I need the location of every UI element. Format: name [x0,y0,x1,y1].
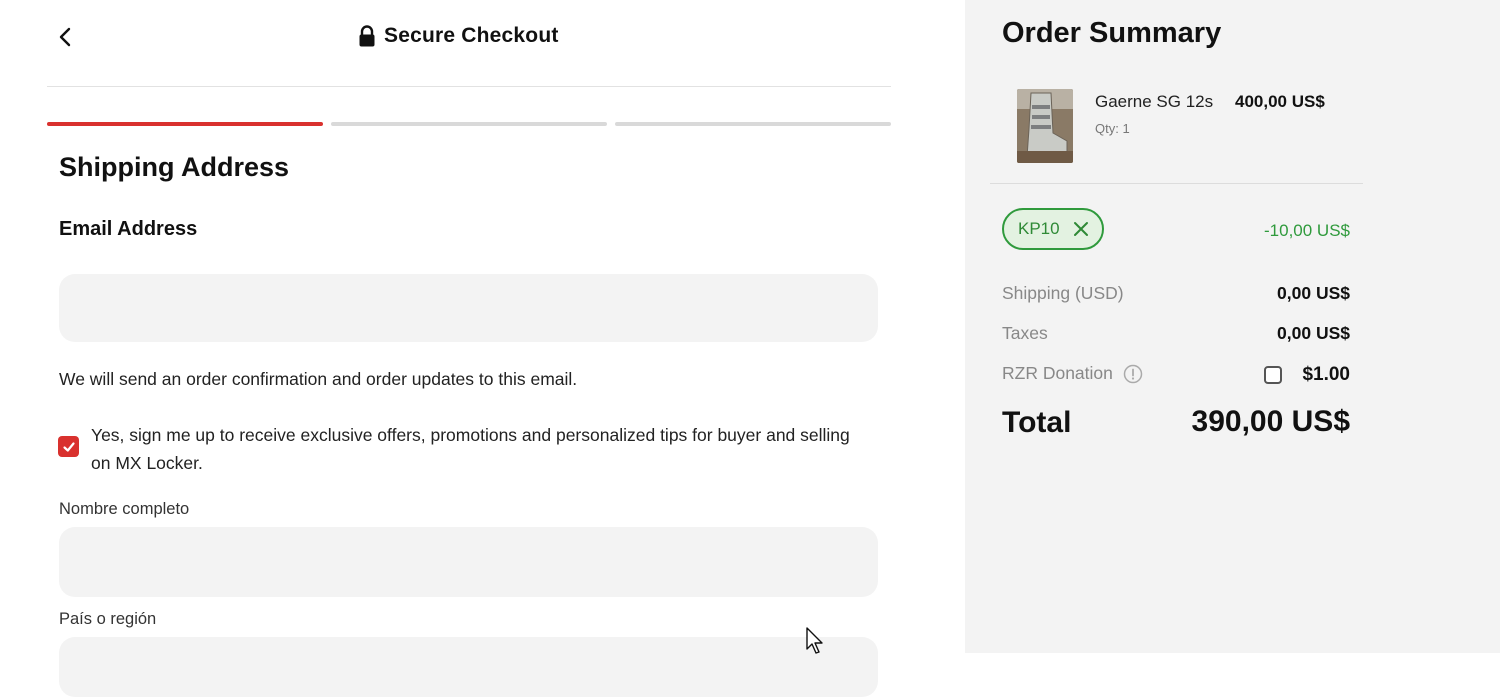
lock-icon [359,25,375,47]
email-help-text: We will send an order confirmation and o… [59,369,578,389]
coupon-code: KP10 [1018,219,1060,238]
donation-label: RZR Donation [1002,363,1113,383]
country-field[interactable] [59,637,878,697]
mouse-pointer-icon [806,627,823,654]
discount-amount: -10,00 US$ [1264,221,1350,240]
coupon-chip[interactable]: KP10 [1002,208,1104,250]
close-icon[interactable] [1072,220,1090,238]
marketing-opt-in-label: Yes, sign me up to receive exclusive off… [91,425,850,473]
donation-amount: $1.00 [1302,364,1350,385]
email-label: Email Address [59,218,198,240]
info-icon[interactable] [1123,364,1143,384]
progress-step-3 [615,122,891,126]
page-header: Secure Checkout [358,24,559,48]
order-summary-title: Order Summary [1002,17,1222,49]
full-name-field[interactable] [59,527,878,597]
donation-checkbox[interactable] [1264,366,1282,384]
product-image [1017,89,1073,163]
checkmark-icon [62,441,75,452]
progress-step-2 [331,122,607,126]
full-name-label: Nombre completo [59,500,190,518]
product-quantity: Qty: 1 [1095,121,1130,136]
email-field[interactable] [59,274,878,342]
product-price: 400,00 US$ [1235,92,1325,111]
total-label: Total [1002,406,1072,439]
product-name: Gaerne SG 12s [1095,92,1214,111]
total-value: 390,00 US$ [1191,405,1350,438]
back-button[interactable] [50,22,80,52]
marketing-opt-in-checkbox[interactable] [58,436,79,457]
checkout-progress [47,122,891,126]
checkout-form-panel: Secure Checkout Shipping Address Email A… [0,0,965,697]
shipping-label: Shipping (USD) [1002,283,1124,303]
progress-step-shipping [47,122,323,126]
summary-divider [990,183,1363,184]
page-title: Secure Checkout [384,24,559,47]
country-label: País o región [59,610,157,628]
taxes-label: Taxes [1002,323,1048,343]
taxes-value: 0,00 US$ [1277,323,1350,343]
donation-row: RZR Donation [1002,363,1143,384]
shipping-value: 0,00 US$ [1277,283,1350,303]
boot-image-icon [1017,89,1073,163]
header-divider [47,86,891,87]
chevron-left-icon [59,27,71,47]
section-title: Shipping Address [59,152,290,182]
order-summary-panel: Order Summary Gaerne SG 12s 400,00 US$ Q… [965,0,1500,653]
